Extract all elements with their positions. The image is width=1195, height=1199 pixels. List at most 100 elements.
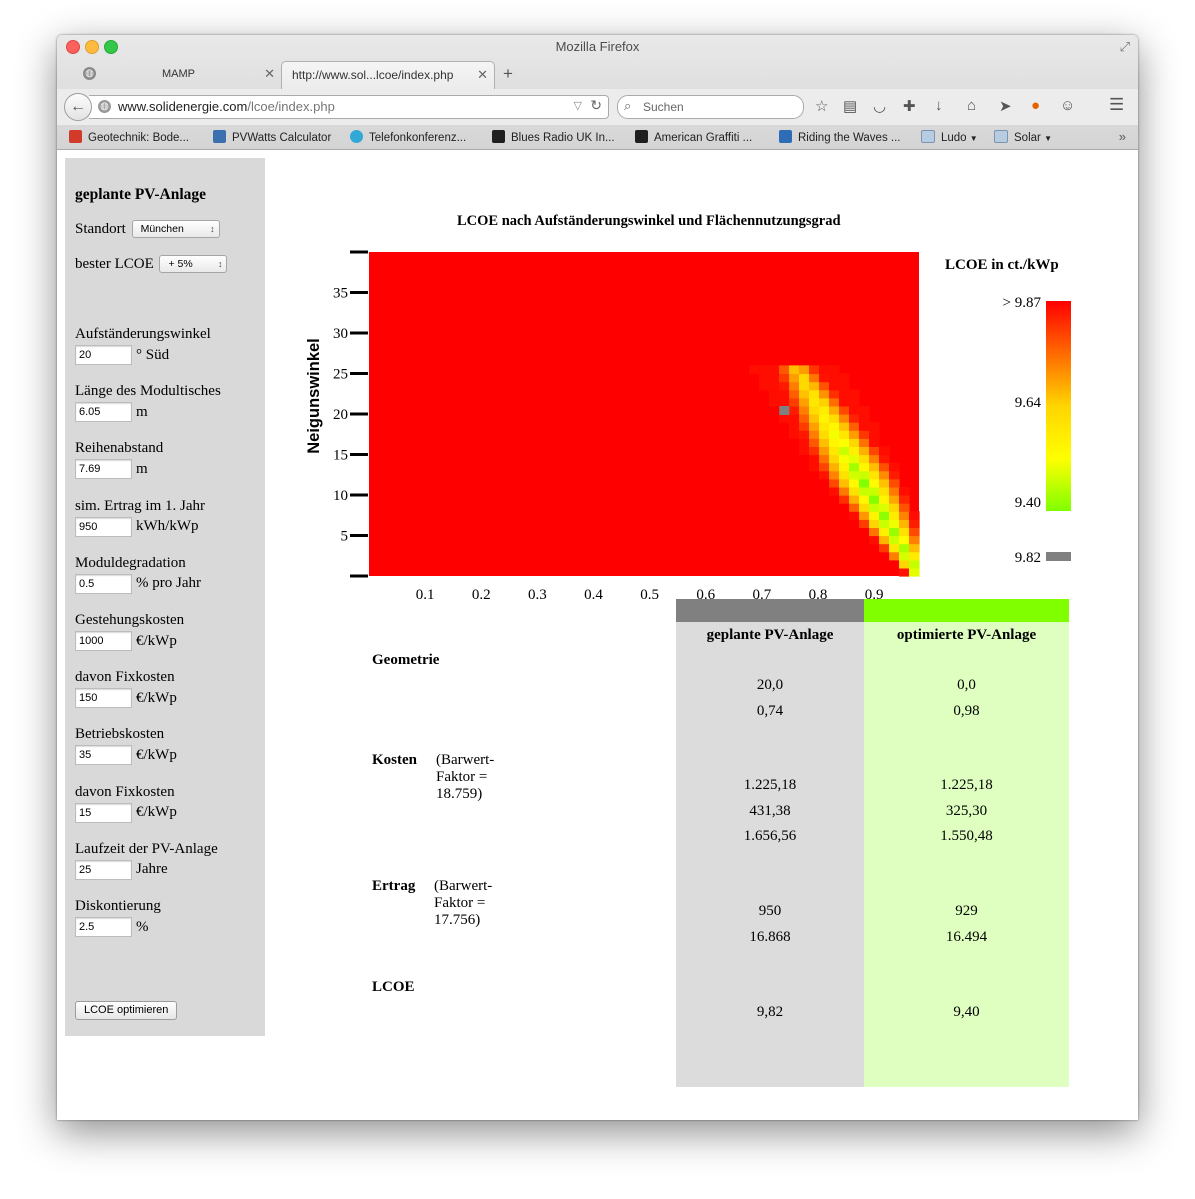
field-unit: % pro Jahr [136, 575, 201, 592]
home-icon[interactable]: ⌂ [967, 97, 976, 114]
y-tick [350, 534, 368, 537]
x-tick-label: 0.1 [416, 587, 435, 600]
heatmap-cell [859, 414, 870, 423]
back-button[interactable]: ← [64, 93, 92, 121]
heatmap-cell [859, 470, 870, 480]
planned-value: 0,74 [756, 702, 784, 719]
bookmark-item[interactable]: Geotechnik: Bode... [69, 130, 189, 144]
bookmark-label: American Graffiti ... [654, 132, 753, 144]
planned-marker-cell [779, 406, 790, 415]
tab-lcoe[interactable]: http://www.sol...lcoe/index.php ✕ [281, 61, 495, 89]
field-unit: €/kWp [136, 746, 177, 763]
hamburger-menu-icon[interactable]: ☰ [1109, 95, 1124, 115]
pocket-icon[interactable]: ◡ [873, 97, 886, 115]
heatmap-cell [779, 373, 790, 383]
heatmap-cell [899, 535, 910, 545]
heatmap-cell [819, 373, 830, 383]
heatmap-cell [849, 430, 860, 439]
section-title: Ertrag [372, 878, 416, 894]
downloads-icon[interactable]: ↓ [935, 97, 943, 114]
heatmap-cell [819, 397, 830, 407]
field-row: ° Süd [75, 345, 169, 365]
y-tick [350, 372, 368, 375]
heatmap-cell [809, 373, 820, 383]
heatmap-cell [789, 422, 800, 431]
heatmap-cell [879, 519, 890, 528]
field-input[interactable] [75, 402, 132, 423]
new-tab-icon[interactable]: + [503, 64, 513, 84]
heatmap-cell [899, 503, 910, 512]
field-input[interactable] [75, 345, 132, 365]
bookmark-folder-solar[interactable]: Solar ▼ [994, 130, 1052, 144]
field-input[interactable] [75, 745, 132, 766]
share-icon[interactable]: ➤ [999, 97, 1012, 115]
heatmap-cell [749, 365, 760, 375]
field-label: Betriebskosten [75, 726, 165, 743]
field-label: davon Fixkosten [75, 669, 175, 686]
field-unit: m [136, 460, 148, 477]
heatmap-cell [839, 389, 850, 399]
standort-select[interactable]: München [131, 220, 220, 238]
heatmap-cell [889, 527, 900, 537]
url-dropdown-icon[interactable]: ▽ [574, 99, 582, 112]
planned-value: 950 [758, 903, 782, 919]
tab-close-icon[interactable]: ✕ [264, 66, 275, 82]
bookmark-item[interactable]: PVWatts Calculator [213, 130, 331, 144]
reading-list-icon[interactable]: ▤ [843, 97, 857, 115]
heatmap-cell [829, 373, 840, 383]
planned-value: 431,38 [749, 802, 791, 819]
heatmap-cell [899, 567, 910, 577]
search-input[interactable]: ⌕ Suchen [617, 95, 804, 119]
heatmap-cell [819, 422, 830, 431]
bookmarks-overflow-icon[interactable]: » [1119, 129, 1126, 144]
heatmap-cell [839, 438, 850, 447]
bookmark-folder-ludo[interactable]: Ludo ▼ [921, 130, 978, 144]
bookmark-item[interactable]: Blues Radio UK In... [492, 130, 615, 144]
bookmark-label: Geotechnik: Bode... [88, 132, 190, 144]
addons-icon[interactable]: ✚ [903, 97, 916, 115]
heatmap-cell [849, 422, 860, 431]
bookmark-item[interactable]: American Graffiti ... [635, 130, 752, 144]
field-input[interactable] [75, 459, 132, 480]
extension-icon[interactable]: ● [1031, 97, 1040, 114]
y-tick-label: 20 [333, 407, 348, 423]
field-input[interactable] [75, 516, 132, 537]
bookmark-item[interactable]: Telefonkonferenz... [350, 130, 466, 144]
field-input[interactable] [75, 688, 132, 709]
heatmap-cell [809, 430, 820, 439]
tab-mamp[interactable]: ◍ MAMP ✕ [73, 61, 281, 88]
heatmap-cell [759, 381, 770, 391]
field-input[interactable] [75, 573, 132, 594]
optimized-value: 0,0 [957, 677, 976, 693]
optimized-value: 16.494 [945, 928, 988, 945]
bookmark-item[interactable]: Riding the Waves ... [779, 130, 900, 144]
url-text[interactable]: www.solidenergie.com/lcoe/index.php [118, 99, 335, 114]
colorbar-max-label: > 9.87 [1003, 295, 1042, 311]
tab-close-icon[interactable]: ✕ [477, 67, 488, 83]
heatmap-cell [829, 462, 840, 472]
reload-icon[interactable]: ↻ [590, 97, 602, 114]
heatmap-cell [889, 519, 900, 528]
field-input[interactable] [75, 802, 132, 823]
site-identity-icon[interactable]: ◍ [98, 100, 111, 113]
heatmap-cell [859, 454, 870, 464]
field-input[interactable] [75, 631, 132, 651]
field-input[interactable] [75, 917, 132, 937]
field-input[interactable] [75, 859, 132, 880]
heatmap-cell [839, 462, 850, 472]
heatmap-cell [839, 495, 850, 504]
optimized-value: 1.225,18 [940, 777, 993, 793]
fullscreen-icon[interactable]: ⤢ [1120, 39, 1130, 55]
url-bar[interactable]: ◍ www.solidenergie.com/lcoe/index.php ▽ … [89, 95, 609, 119]
heatmap-cell [839, 454, 850, 464]
heatmap-cell [869, 438, 880, 447]
bookmark-star-icon[interactable]: ☆ [815, 97, 828, 115]
bester-lcoe-select[interactable]: + 5% [159, 255, 228, 273]
lcoe-optimize-button[interactable]: LCOE optimieren [75, 1001, 178, 1020]
field-label: Laufzeit der PV-Anlage [75, 840, 218, 857]
heatmap-cell [859, 462, 870, 472]
x-tick-label: 0.4 [584, 587, 603, 600]
heatmap-cell [849, 397, 860, 407]
heatmap-cell [879, 535, 890, 545]
chat-icon[interactable]: ☺ [1060, 97, 1075, 114]
